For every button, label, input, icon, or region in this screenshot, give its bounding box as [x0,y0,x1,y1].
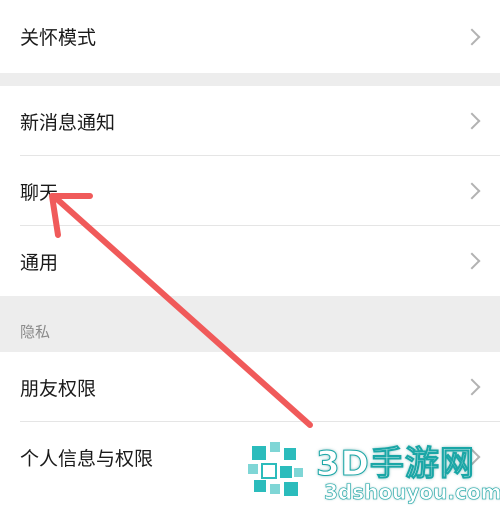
watermark-title: 3D手游网 [316,444,475,485]
settings-screen: 关怀模式 新消息通知 聊天 通用 隐私 朋友权限 个人信息与权限 3D手游网 3… [0,0,500,507]
settings-row-label: 新消息通知 [20,111,116,134]
chevron-right-icon [463,112,481,130]
chevron-right-icon [463,28,481,45]
settings-row-label: 关怀模式 [20,27,97,49]
settings-row-friend-permissions[interactable]: 朋友权限 [0,352,500,422]
watermark-subtitle: 3dshouyou.com [324,480,500,505]
chevron-right-icon [463,378,481,396]
section-header-label: 隐私 [20,323,51,341]
settings-row-general[interactable]: 通用 [0,226,500,296]
settings-row-chat[interactable]: 聊天 [0,156,500,226]
watermark-logo-icon [248,442,303,496]
settings-row-label: 通用 [20,251,59,274]
settings-row-care-mode[interactable]: 关怀模式 [0,0,500,73]
settings-group-main: 新消息通知 聊天 通用 [0,86,500,296]
settings-row-label: 聊天 [20,181,59,204]
settings-row-label: 个人信息与权限 [20,447,154,470]
settings-row-new-message-notification[interactable]: 新消息通知 [0,86,500,156]
watermark: 3D手游网 3dshouyou.com [240,432,500,507]
chevron-right-icon [463,182,481,200]
settings-row-label: 朋友权限 [20,377,97,400]
chevron-right-icon [463,252,481,270]
settings-group-care: 关怀模式 [0,0,500,73]
section-header-privacy: 隐私 [0,296,500,350]
